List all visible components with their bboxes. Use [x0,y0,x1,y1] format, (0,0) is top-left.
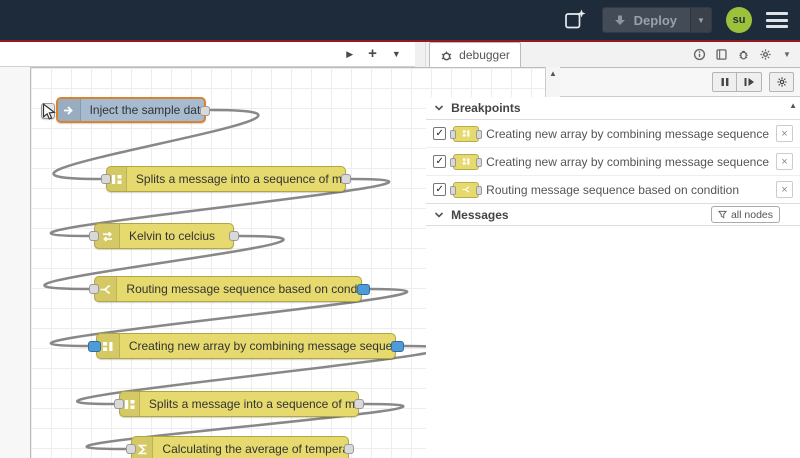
chevron-down-icon [435,105,444,111]
remove-breakpoint-button[interactable]: × [776,181,793,198]
breakpoint-checkbox[interactable]: ✓ [433,127,447,140]
remove-breakpoint-button[interactable]: × [776,125,793,142]
node-split[interactable]: Splits a message into a sequence of mess… [114,391,364,417]
input-port-breakpoint[interactable] [88,341,101,352]
breakpoint-row: ✓ Creating new array by combining messag… [426,148,800,176]
assistant-icon[interactable] [562,7,588,33]
output-port-breakpoint[interactable] [391,341,404,352]
tab-config-nodes[interactable] [754,42,776,67]
deploy-label: Deploy [633,12,677,28]
node-label: Kelvin to celcius [129,229,216,243]
filter-label: all nodes [730,208,773,221]
info-icon [693,48,705,61]
sidebar: debugger ▼ ▲ Breakpoints ✓ Creating new … [426,42,800,458]
messages-filter-button[interactable]: all nodes [710,206,780,223]
switch-node-icon [450,181,483,198]
tab-more-caret[interactable]: ▼ [776,42,798,67]
pause-button[interactable] [712,72,737,92]
tab-help[interactable] [710,42,732,67]
input-port[interactable] [101,174,111,184]
input-port[interactable] [126,444,136,454]
hamburger-menu-icon[interactable] [766,12,788,28]
step-icon [744,78,754,86]
node-label: Creating new array by combining message … [128,339,395,353]
node-change[interactable]: Kelvin to celcius [89,223,239,249]
join-node-icon [450,153,483,170]
gear-icon [759,49,771,60]
messages-section-header[interactable]: Messages all nodes [426,203,800,226]
node-switch[interactable]: Routing message sequence based on condit… [89,276,370,302]
node-split[interactable]: Splits a message into a sequence of mess… [101,166,351,192]
breakpoint-label: Routing message sequence based on condit… [486,182,740,197]
tab-debugger[interactable]: debugger [429,42,521,68]
tab-scroll-right-icon[interactable]: ▶ [346,49,353,59]
deploy-icon [614,15,625,25]
breakpoint-checkbox[interactable]: ✓ [433,155,447,168]
bug-icon [738,50,748,60]
breakpoint-checkbox[interactable]: ✓ [433,183,447,196]
breakpoint-label: Creating new array by combining message … [486,154,769,169]
deploy-button[interactable]: Deploy ▼ [601,7,712,33]
flow-list-icon[interactable]: ▼ [392,49,401,59]
sidebar-tab-bar: debugger ▼ [426,42,800,68]
debugger-settings-button[interactable] [769,72,794,92]
section-title: Messages [451,207,509,222]
debugger-panel: ▲ Breakpoints ✓ Creating new array by co… [426,97,800,458]
node-join[interactable]: Creating new array by combining message … [88,333,404,359]
scroll-up-icon[interactable]: ▲ [789,101,797,110]
output-port[interactable] [354,399,364,409]
breakpoints-section-header[interactable]: Breakpoints [426,97,800,120]
breakpoint-row: ✓ Routing message sequence based on cond… [426,176,800,204]
step-button[interactable] [737,72,762,92]
join-node-icon [450,125,483,142]
debugger-tab-icon [441,51,452,60]
flow-tab-bar: ▶ + ▼ [0,42,415,67]
breakpoint-label: Creating new array by combining message … [486,126,769,141]
inject-icon [58,99,81,121]
workspace: ▶ + ▼ Inject the sample data Splits a me… [0,42,560,458]
input-port[interactable] [89,231,99,241]
chevron-down-icon [435,211,444,218]
breakpoint-row: ✓ Creating new array by combining messag… [426,120,800,148]
tab-debug-messages[interactable] [732,42,754,67]
node-label: Calculating the average of temperature [162,442,348,456]
node-red-editor: Deploy ▼ su ▶ + ▼ Inject the sample data… [0,0,800,458]
input-port[interactable] [114,399,124,409]
tab-label: debugger [459,48,510,62]
output-port[interactable] [229,231,239,241]
add-flow-button[interactable]: + [368,46,377,61]
output-port[interactable] [200,106,210,116]
avatar[interactable]: su [726,7,752,33]
deploy-options-caret[interactable]: ▼ [690,7,712,33]
output-port-breakpoint[interactable] [357,284,370,295]
section-title: Breakpoints [451,101,521,115]
scroll-up-icon[interactable]: ▲ [549,69,557,78]
node-label: Splits a message into a sequence of mess… [135,172,345,186]
output-port[interactable] [341,174,351,184]
node-label: Routing message sequence based on condit… [126,282,361,296]
mouse-cursor [42,103,56,120]
pause-icon [721,78,728,86]
tab-info[interactable] [688,42,710,67]
node-label: Inject the sample data [89,103,204,117]
filter-icon [717,210,727,219]
node-inject[interactable]: Inject the sample data [41,97,210,123]
gear-icon [776,77,787,87]
remove-breakpoint-button[interactable]: × [776,153,793,170]
node-function[interactable]: Calculating the average of temperature [126,436,354,458]
header: Deploy ▼ su [0,0,800,40]
node-label: Splits a message into a sequence of mess… [148,397,358,411]
book-icon [715,49,727,60]
input-port[interactable] [89,284,99,294]
output-port[interactable] [344,444,354,454]
